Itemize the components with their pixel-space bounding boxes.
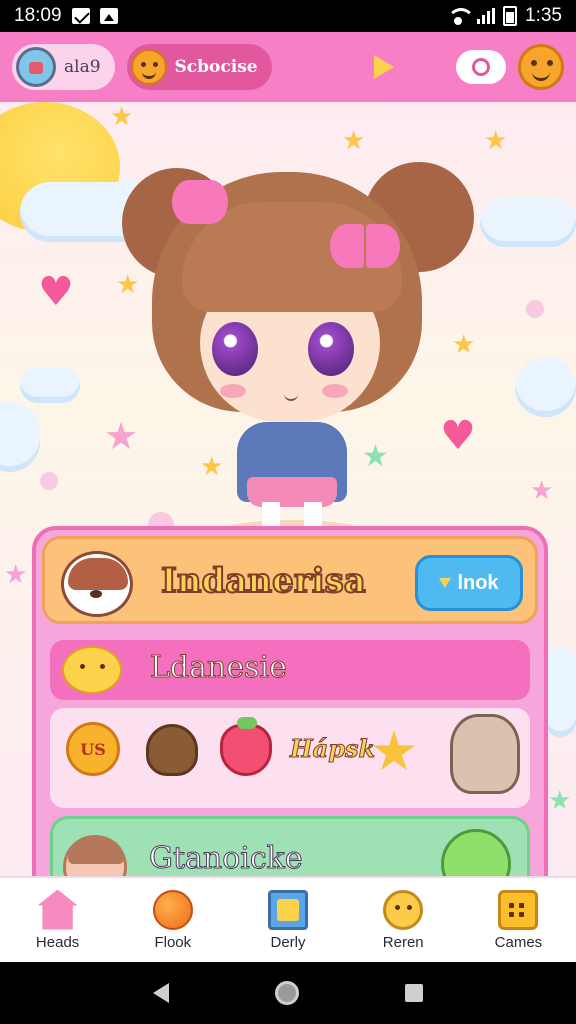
panel-subtitle: Ldanesie bbox=[150, 650, 288, 686]
heart-decoration: ♥ bbox=[38, 269, 74, 315]
right-blush bbox=[322, 384, 348, 398]
top-bar: ala9 Scbocise bbox=[0, 32, 576, 102]
bubble-decoration bbox=[40, 472, 58, 490]
mail-notification-icon bbox=[71, 8, 90, 24]
back-icon[interactable] bbox=[153, 983, 169, 1003]
nav-label: Derly bbox=[270, 933, 306, 951]
items-label: Hápsk bbox=[289, 734, 376, 764]
status-time: 18:09 bbox=[14, 5, 62, 26]
chibi-character[interactable] bbox=[112, 132, 474, 552]
star-decoration: ★ bbox=[4, 560, 28, 590]
emoji-button[interactable] bbox=[518, 44, 564, 90]
battery-icon bbox=[503, 6, 518, 26]
avatar-icon bbox=[16, 47, 56, 87]
nav-label: Heads bbox=[35, 933, 80, 951]
items-row: US Hápsk bbox=[50, 708, 530, 808]
profile-pill[interactable]: ala9 bbox=[12, 44, 115, 90]
heart-icon bbox=[439, 578, 452, 588]
play-icon[interactable] bbox=[374, 55, 394, 79]
cloud-decoration bbox=[515, 357, 576, 417]
signal-icon bbox=[477, 8, 496, 24]
star-decoration: ★ bbox=[530, 476, 554, 506]
home-icon[interactable] bbox=[275, 981, 299, 1005]
book-icon bbox=[268, 889, 308, 930]
look-button-label: lnok bbox=[457, 571, 499, 594]
cat-character-icon[interactable] bbox=[450, 714, 520, 794]
character-legs bbox=[262, 502, 322, 534]
cloud-decoration bbox=[0, 402, 40, 472]
left-eye bbox=[212, 322, 258, 376]
hair-bow-icon bbox=[172, 180, 228, 224]
panel-header-row: Indanerisa lnok bbox=[42, 536, 538, 624]
main-panel: Indanerisa lnok Ldanesie US Hápsk Gtanoi… bbox=[32, 526, 548, 926]
circle-icon bbox=[472, 58, 490, 76]
nav-label: Reren bbox=[382, 933, 424, 951]
coin-badge[interactable]: US bbox=[66, 722, 120, 776]
nav-item-derly[interactable]: Derly bbox=[230, 878, 345, 962]
panel-sub-row[interactable]: Ldanesie bbox=[50, 640, 530, 700]
orange-icon bbox=[152, 889, 193, 930]
nav-item-reren[interactable]: Reren bbox=[346, 878, 461, 962]
star-decoration: ★ bbox=[548, 786, 572, 816]
look-button[interactable]: lnok bbox=[415, 555, 523, 611]
recent-apps-icon[interactable] bbox=[405, 984, 423, 1002]
strawberry-icon[interactable] bbox=[220, 717, 272, 776]
left-blush bbox=[220, 384, 246, 398]
hair-bow-icon bbox=[330, 224, 400, 274]
photo-notification-icon bbox=[99, 8, 118, 24]
game-screen: ★ ★ ★ ★ ★ ★ ★ ★ ★ ★ ★ ♥ ♥ ala9 Scbocise … bbox=[0, 32, 576, 962]
cloud-decoration bbox=[20, 367, 80, 403]
school-pill[interactable]: Scbocise bbox=[126, 44, 272, 90]
smiley-icon bbox=[130, 49, 167, 85]
nav-label: Cames bbox=[494, 933, 543, 951]
bear-icon bbox=[61, 551, 133, 617]
battery-text: 1:35 bbox=[525, 5, 562, 26]
settings-button[interactable] bbox=[456, 50, 506, 84]
bubble-decoration bbox=[526, 300, 544, 318]
lion-icon bbox=[383, 889, 424, 930]
cloud-decoration bbox=[480, 197, 576, 247]
star-face-icon[interactable] bbox=[372, 730, 416, 771]
nav-item-cames[interactable]: Cames bbox=[461, 878, 576, 962]
cloud-decoration bbox=[545, 647, 576, 737]
star-decoration: ★ bbox=[110, 102, 134, 132]
school-label: Scbocise bbox=[174, 57, 258, 77]
nav-item-flook[interactable]: Flook bbox=[115, 878, 230, 962]
nav-item-heads[interactable]: Heads bbox=[0, 878, 115, 962]
box-icon bbox=[498, 889, 539, 930]
wifi-icon bbox=[447, 8, 476, 25]
sun-face-icon bbox=[62, 646, 122, 694]
system-navigation-bar bbox=[0, 962, 576, 1024]
status-bar: 18:09 1:35 bbox=[0, 0, 576, 32]
panel-title: Indanerisa bbox=[160, 560, 367, 602]
profile-label: ala9 bbox=[64, 57, 101, 77]
star-decoration: ★ bbox=[484, 126, 508, 156]
house-icon bbox=[37, 889, 78, 930]
panel-bottom-title: Gtanoicke bbox=[149, 841, 304, 877]
acorn-icon[interactable] bbox=[146, 724, 198, 776]
right-eye bbox=[308, 322, 354, 376]
nav-label: Flook bbox=[154, 933, 192, 951]
bottom-nav: Heads Flook Derly Reren Cames bbox=[0, 876, 576, 962]
